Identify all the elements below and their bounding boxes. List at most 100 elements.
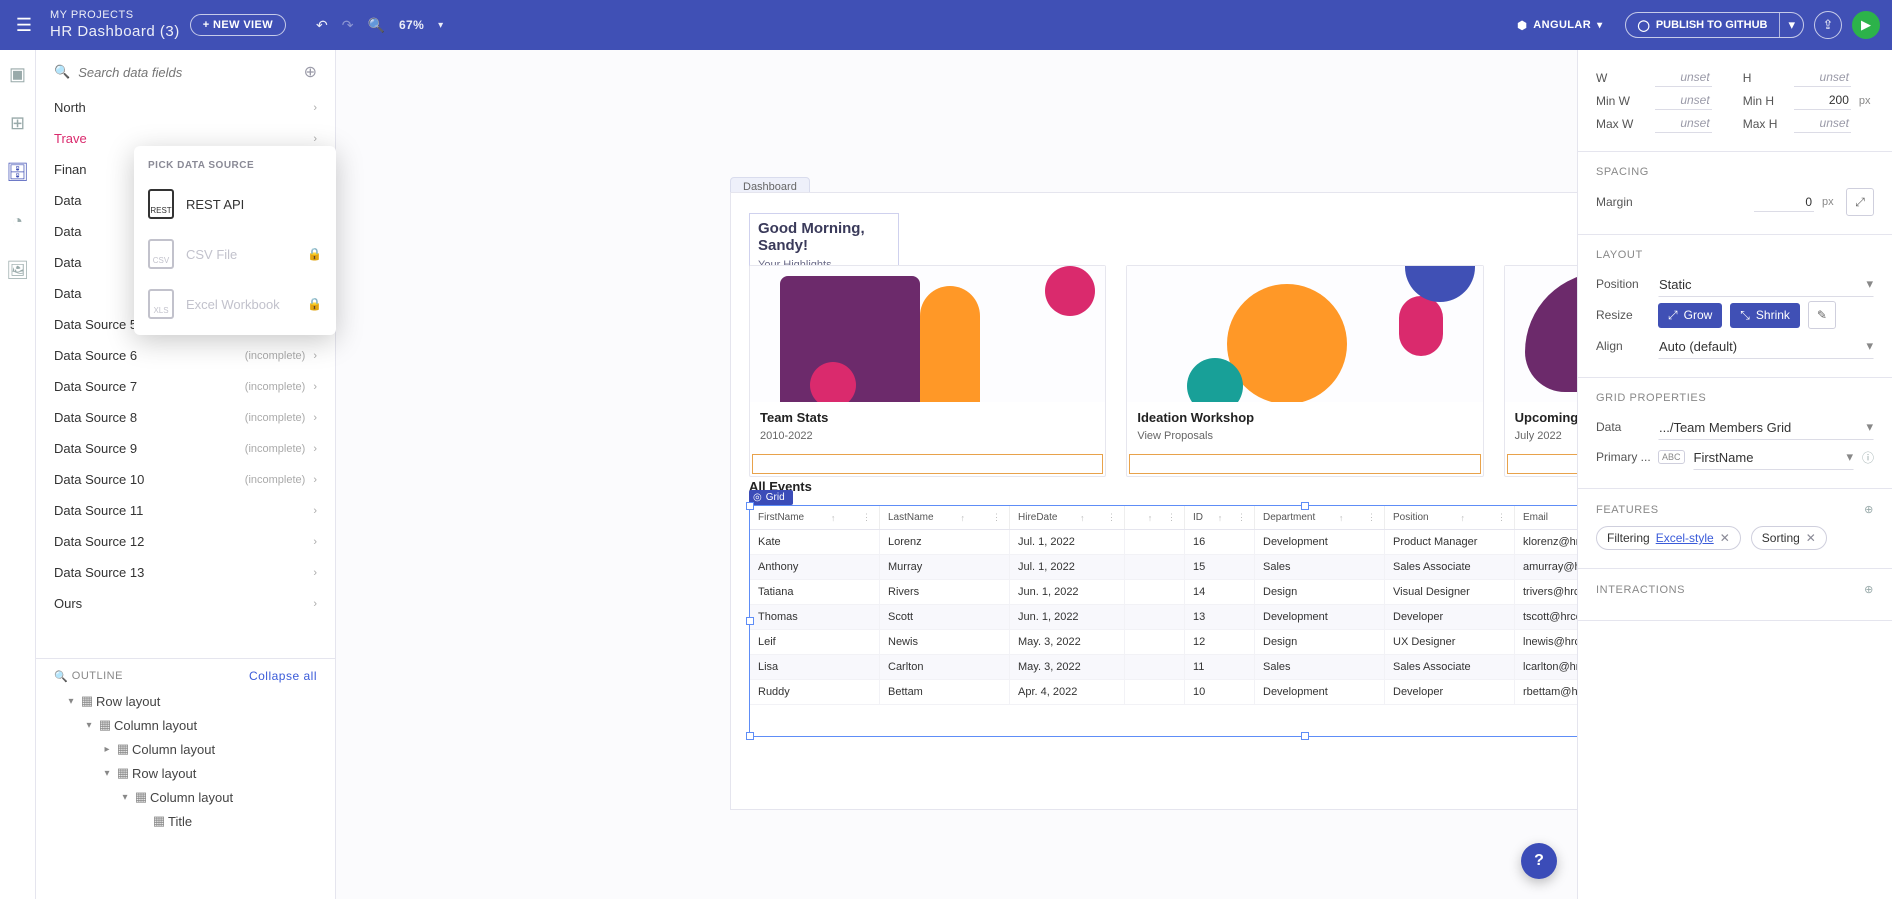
datasource-item[interactable]: Data Source 13› [36,557,335,588]
resize-settings-button[interactable]: ✎ [1808,301,1836,329]
info-icon[interactable]: ⓘ [1862,449,1874,466]
column-menu-icon[interactable]: ⋮ [992,512,1001,523]
filtering-chip-link[interactable]: Excel-style [1656,531,1714,545]
publish-github-button[interactable]: ◯ PUBLISH TO GITHUB ▾ [1625,12,1804,38]
zoom-value[interactable]: 67% [399,18,424,32]
add-interaction-button[interactable]: ⊕ [1864,583,1874,596]
datasource-item[interactable]: Data Source 8(incomplete)› [36,402,335,433]
card-action-slot[interactable] [1129,454,1480,474]
search-input[interactable] [76,64,303,81]
sort-icon[interactable]: ↑ [1339,513,1344,523]
share-button[interactable]: ⇪ [1814,11,1842,39]
add-datasource-button[interactable]: ⊕ [304,62,317,82]
breadcrumb-label[interactable]: MY PROJECTS [50,9,180,22]
outline-node[interactable]: ▾▦Row layout [42,761,329,785]
align-select[interactable]: Auto (default) ▾ [1658,333,1874,359]
highlight-card[interactable]: Upcoming TrainingJuly 2022 [1504,265,1577,477]
grid-column-header[interactable]: HireDate↑⋮ [1010,506,1125,529]
new-view-button[interactable]: + NEW VIEW [190,14,286,36]
margin-input[interactable]: 0 [1754,193,1814,212]
run-preview-button[interactable]: ▶ [1852,11,1880,39]
sort-icon[interactable]: ↑ [1218,513,1223,523]
sort-icon[interactable]: ↑ [1080,513,1085,523]
highlight-card[interactable]: Ideation WorkshopView Proposals [1126,265,1483,477]
outline-node[interactable]: ▾▦Row layout [42,689,329,713]
zoom-icon[interactable]: 🔍 [368,17,385,34]
table-row[interactable]: LisaCarltonMay. 3, 202211SalesSales Asso… [750,655,1577,680]
sorting-remove-icon[interactable]: ✕ [1806,531,1816,545]
outline-node[interactable]: ▦Title [42,809,329,833]
table-row[interactable]: TatianaRiversJun. 1, 202214DesignVisual … [750,580,1577,605]
maxw-input[interactable]: unset [1655,114,1712,133]
sort-icon[interactable]: ↑ [831,513,836,523]
column-menu-icon[interactable]: ⋮ [1237,512,1246,523]
datasource-item[interactable]: Data Source 10(incomplete)› [36,464,335,495]
table-row[interactable]: ThomasScottJun. 1, 202213DevelopmentDeve… [750,605,1577,630]
datasource-item[interactable]: Data Source 12› [36,526,335,557]
outline-search-icon[interactable]: 🔍 [54,670,68,683]
shrink-button[interactable]: ⤡ Shrink [1730,303,1800,328]
table-row[interactable]: AnthonyMurrayJul. 1, 202215SalesSales As… [750,555,1577,580]
outline-caret-icon[interactable]: ▾ [100,768,114,779]
collapse-all-link[interactable]: Collapse all [249,669,317,683]
datasource-item[interactable]: Data Source 7(incomplete)› [36,371,335,402]
maxh-input[interactable]: unset [1794,114,1851,133]
outline-node[interactable]: ▾▦Column layout [42,785,329,809]
minh-input[interactable]: 200 [1794,91,1851,110]
outline-caret-icon[interactable]: ▾ [118,792,132,803]
undo-icon[interactable]: ↶ [316,17,328,34]
column-menu-icon[interactable]: ⋮ [1107,512,1116,523]
datasource-item[interactable]: Ours› [36,588,335,619]
grid-column-header[interactable]: LastName↑⋮ [880,506,1010,529]
margin-expand-button[interactable]: ⤢ [1846,188,1874,216]
sort-icon[interactable]: ↑ [1148,513,1153,523]
grid-selection-chip[interactable]: ◎ Grid [749,490,793,505]
table-row[interactable]: KateLorenzJul. 1, 202216DevelopmentProdu… [750,530,1577,555]
grid-column-header[interactable]: Position↑⋮ [1385,506,1515,529]
hamburger-menu-icon[interactable]: ☰ [12,15,36,36]
card-action-slot[interactable] [752,454,1103,474]
column-menu-icon[interactable]: ⋮ [1367,512,1376,523]
framework-dropdown[interactable]: ⬢ ANGULAR ▾ [1505,15,1614,36]
minw-input[interactable]: unset [1655,91,1712,110]
redo-icon[interactable]: ↷ [342,17,354,34]
grid-column-header[interactable]: ↑⋮ [1125,506,1185,529]
w-input[interactable]: unset [1655,68,1712,87]
table-row[interactable]: LeifNewisMay. 3, 202212DesignUX Designer… [750,630,1577,655]
sort-icon[interactable]: ↑ [961,513,966,523]
grow-button[interactable]: ⤢ Grow [1658,303,1722,328]
sort-icon[interactable]: ↑ [1461,513,1466,523]
grid-column-header[interactable]: FirstName↑⋮ [750,506,880,529]
sorting-chip[interactable]: Sorting ✕ [1751,526,1827,550]
column-menu-icon[interactable]: ⋮ [862,512,871,523]
grid-column-header[interactable]: ID↑⋮ [1185,506,1255,529]
h-input[interactable]: unset [1794,68,1851,87]
grid-column-header[interactable]: Email↑⋮ [1515,506,1577,529]
primary-key-select[interactable]: FirstName ▾ [1693,444,1854,470]
column-menu-icon[interactable]: ⋮ [1167,512,1176,523]
outline-caret-icon[interactable]: ▸ [100,744,114,755]
publish-dropdown[interactable]: ▾ [1779,13,1803,37]
outline-caret-icon[interactable]: ▾ [82,720,96,731]
grid-column-header[interactable]: Department↑⋮ [1255,506,1385,529]
table-row[interactable]: RuddyBettamApr. 4, 202210DevelopmentDeve… [750,680,1577,705]
rail-components-icon[interactable]: ⊞ [10,113,25,134]
datasource-item[interactable]: North› [36,92,335,123]
filtering-remove-icon[interactable]: ✕ [1720,531,1730,545]
datasource-item[interactable]: Data Source 11› [36,495,335,526]
team-members-grid[interactable]: FirstName↑⋮LastName↑⋮HireDate↑⋮↑⋮ID↑⋮Dep… [749,505,1577,737]
position-select[interactable]: Static ▾ [1658,271,1874,297]
outline-caret-icon[interactable]: ▾ [64,696,78,707]
datasource-item[interactable]: Data Source 9(incomplete)› [36,433,335,464]
rail-views-icon[interactable]: ▣ [9,64,26,85]
picker-option[interactable]: RESTREST API [134,179,336,229]
highlight-card[interactable]: Team Stats2010-2022 [749,265,1106,477]
zoom-dropdown-icon[interactable]: ▾ [438,20,443,31]
rail-theme-icon[interactable]: ◔ [12,211,23,232]
card-action-slot[interactable] [1507,454,1577,474]
project-title[interactable]: HR Dashboard (3) [50,23,180,41]
outline-node[interactable]: ▸▦Column layout [42,737,329,761]
datasource-item[interactable]: Data Source 6(incomplete)› [36,340,335,371]
help-fab[interactable]: ? [1521,843,1557,879]
filtering-chip[interactable]: Filtering Excel-style ✕ [1596,526,1741,550]
